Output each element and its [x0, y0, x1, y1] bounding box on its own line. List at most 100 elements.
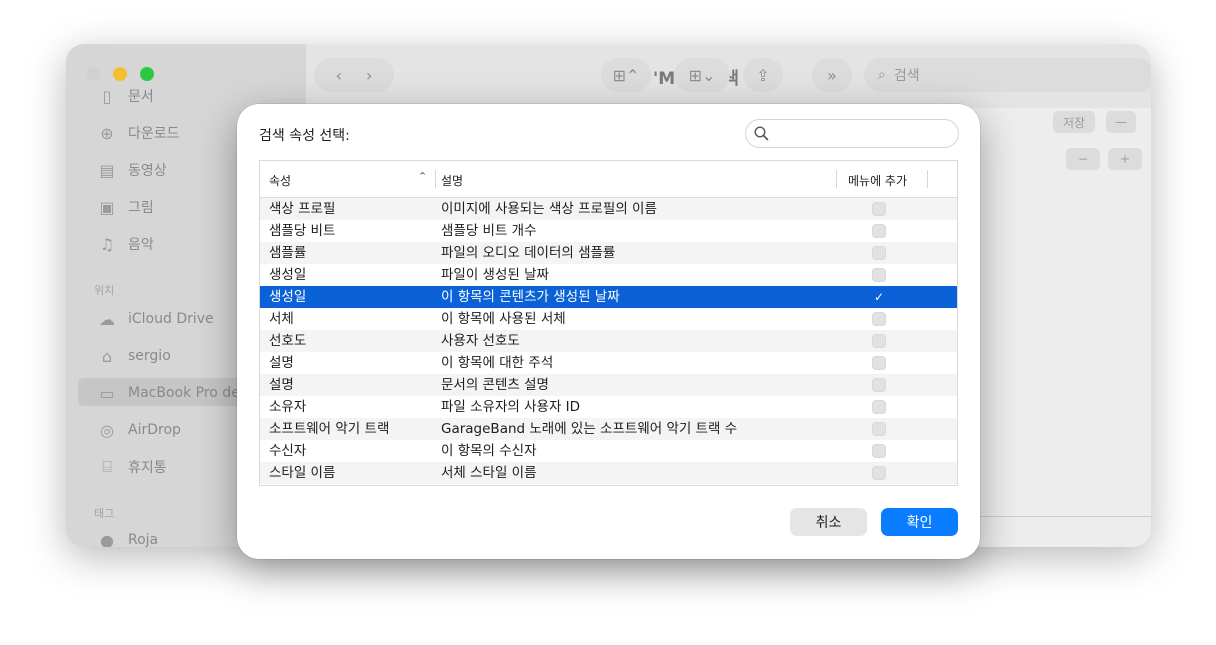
sidebar-item-music[interactable]: ♫ 음악	[96, 232, 154, 256]
column-header-description[interactable]: 설명	[441, 172, 463, 189]
airdrop-icon: ◎	[100, 420, 114, 440]
table-row[interactable]: 수신자 이 항목의 수신자	[260, 440, 957, 462]
share-icon: ⇪	[756, 65, 770, 85]
table-row[interactable]: 서체 이 항목에 사용된 서체	[260, 308, 957, 330]
sidebar-item-airdrop[interactable]: ◎ AirDrop	[96, 418, 181, 442]
description-cell: 이 항목의 콘텐츠가 생성된 날짜	[441, 289, 620, 305]
add-to-menu-checkbox[interactable]	[872, 356, 886, 370]
sidebar-item-label: MacBook Pro de	[128, 385, 240, 401]
add-to-menu-checkbox[interactable]	[872, 224, 886, 238]
more-toolbar-button[interactable]: »	[812, 58, 852, 92]
table-row[interactable]: 설명 이 항목에 대한 주석	[260, 352, 957, 374]
add-to-menu-checkbox[interactable]	[872, 312, 886, 326]
attribute-cell: 설명	[269, 355, 294, 371]
attribute-cell: 설명	[269, 377, 294, 393]
description-cell: 파일의 오디오 데이터의 샘플률	[441, 245, 616, 261]
add-to-menu-checkbox[interactable]	[872, 466, 886, 480]
sidebar-item-documents[interactable]: ▯ 문서	[96, 84, 154, 108]
save-search-button[interactable]: 저장	[1053, 111, 1095, 133]
column-header-attribute[interactable]: 속성	[269, 172, 291, 189]
sidebar-item-label: AirDrop	[128, 422, 181, 438]
laptop-icon: ▭	[99, 383, 115, 403]
sidebar-item-pictures[interactable]: ▣ 그림	[96, 195, 153, 219]
nav-back-forward[interactable]: ‹ ›	[314, 58, 394, 92]
attribute-cell: 색상 프로필	[269, 201, 336, 217]
chevron-right-icon[interactable]: ›	[366, 66, 372, 85]
add-to-menu-checkbox[interactable]	[872, 268, 886, 282]
music-icon: ♫	[99, 234, 115, 254]
column-divider	[836, 170, 837, 188]
attribute-cell: 선호도	[269, 333, 307, 349]
double-chevron-icon: »	[827, 65, 837, 85]
sidebar-item-tag-red[interactable]: ● Roja	[96, 528, 159, 548]
table-row[interactable]: 생성일 이 항목의 콘텐츠가 생성된 날짜 ✓	[260, 286, 957, 308]
table-row[interactable]: 생성일 파일이 생성된 날짜	[260, 264, 957, 286]
trash-icon: ⌸	[102, 457, 112, 476]
sidebar-item-icloud[interactable]: ☁ iCloud Drive	[96, 307, 214, 331]
photo-icon: ▣	[99, 197, 115, 217]
view-mode-button[interactable]: ⊞⌃	[601, 58, 651, 92]
ok-button[interactable]: 확인	[881, 508, 958, 536]
description-cell: 이 항목에 사용된 서체	[441, 311, 566, 327]
sidebar-item-downloads[interactable]: ⊕ 다운로드	[96, 121, 179, 145]
close-button[interactable]	[86, 67, 100, 81]
description-cell: 사용자 선호도	[441, 333, 520, 349]
group-grid-icon: ⊞⌄	[688, 65, 716, 85]
dialog-search-input[interactable]	[775, 125, 958, 142]
share-button[interactable]: ⇪	[743, 58, 783, 92]
add-to-menu-checkbox[interactable]	[872, 422, 886, 436]
zoom-button[interactable]	[140, 67, 154, 81]
sidebar-item-movies[interactable]: ▤ 동영상	[96, 158, 167, 182]
tag-dot-icon: ●	[100, 530, 114, 548]
table-body: 색상 프로필 이미지에 사용되는 색상 프로필의 이름 샘플당 비트 샘플당 비트 개…	[260, 198, 957, 484]
attribute-cell: 서체	[269, 311, 294, 327]
add-to-menu-checkbox[interactable]	[872, 334, 886, 348]
download-icon: ⊕	[100, 123, 114, 143]
table-row[interactable]: 설명 문서의 콘텐츠 설명	[260, 374, 957, 396]
sidebar-item-home[interactable]: ⌂ sergio	[96, 344, 171, 368]
column-divider	[927, 170, 928, 188]
cancel-button[interactable]: 취소	[790, 508, 867, 536]
add-to-menu-checkbox[interactable]	[872, 444, 886, 458]
movie-icon: ▤	[99, 160, 115, 180]
table-row[interactable]: 소유자 파일 소유자의 사용자 ID	[260, 396, 957, 418]
minimize-button[interactable]	[113, 67, 127, 81]
sidebar-item-label: 휴지통	[128, 460, 167, 476]
add-to-menu-checkbox[interactable]	[872, 246, 886, 260]
add-to-menu-checkbox[interactable]	[872, 400, 886, 414]
attribute-cell: 수신자	[269, 443, 307, 459]
table-row[interactable]: 샘플률 파일의 오디오 데이터의 샘플률	[260, 242, 957, 264]
remove-criteria-button[interactable]: −	[1066, 148, 1100, 170]
add-to-menu-checkbox[interactable]	[872, 378, 886, 392]
minus-criteria-button[interactable]: —	[1106, 111, 1136, 133]
finder-search-field[interactable]: ⌕ 검색	[864, 58, 1151, 92]
sidebar-item-trash[interactable]: ⌸ 휴지통	[96, 455, 167, 479]
column-header-add-to-menu[interactable]: 메뉴에 추가	[848, 172, 907, 189]
sidebar-item-macbook[interactable]: ▭ MacBook Pro de	[96, 381, 240, 405]
attributes-table: 속성 ⌃ 설명 메뉴에 추가 색상 프로필 이미지에 사용되는 색상 프로필의 이…	[259, 160, 958, 486]
add-criteria-button[interactable]: +	[1108, 148, 1142, 170]
sidebar-item-label: 동영상	[128, 163, 167, 179]
table-row[interactable]: 선호도 사용자 선호도	[260, 330, 957, 352]
add-to-menu-checkbox[interactable]	[872, 202, 886, 216]
sidebar-item-label: 음악	[128, 237, 154, 253]
document-icon: ▯	[102, 86, 112, 106]
description-cell: 파일이 생성된 날짜	[441, 267, 549, 283]
attribute-cell: 생성일	[269, 267, 307, 283]
table-row[interactable]: 스타일 이름 서체 스타일 이름	[260, 462, 957, 484]
attribute-cell: 샘플당 비트	[269, 223, 336, 239]
table-row[interactable]: 색상 프로필 이미지에 사용되는 색상 프로필의 이름	[260, 198, 957, 220]
attribute-cell: 샘플률	[269, 245, 307, 261]
sidebar-section-locations: 위치	[94, 284, 115, 297]
chevron-left-icon[interactable]: ‹	[336, 66, 342, 85]
table-header: 속성 ⌃ 설명 메뉴에 추가	[260, 161, 957, 198]
add-to-menu-checkbox[interactable]: ✓	[872, 290, 886, 304]
table-row[interactable]: 소프트웨어 악기 트랙 GarageBand 노래에 있는 소프트웨어 악기 트랙…	[260, 418, 957, 440]
checkmark-icon: ✓	[873, 290, 885, 304]
table-row[interactable]: 샘플당 비트 샘플당 비트 개수	[260, 220, 957, 242]
group-button[interactable]: ⊞⌄	[674, 58, 730, 92]
sidebar-item-label: Roja	[128, 532, 159, 547]
dialog-search-field[interactable]	[745, 119, 959, 148]
sidebar-item-label: iCloud Drive	[128, 311, 214, 327]
sort-ascending-icon[interactable]: ⌃	[418, 170, 427, 183]
